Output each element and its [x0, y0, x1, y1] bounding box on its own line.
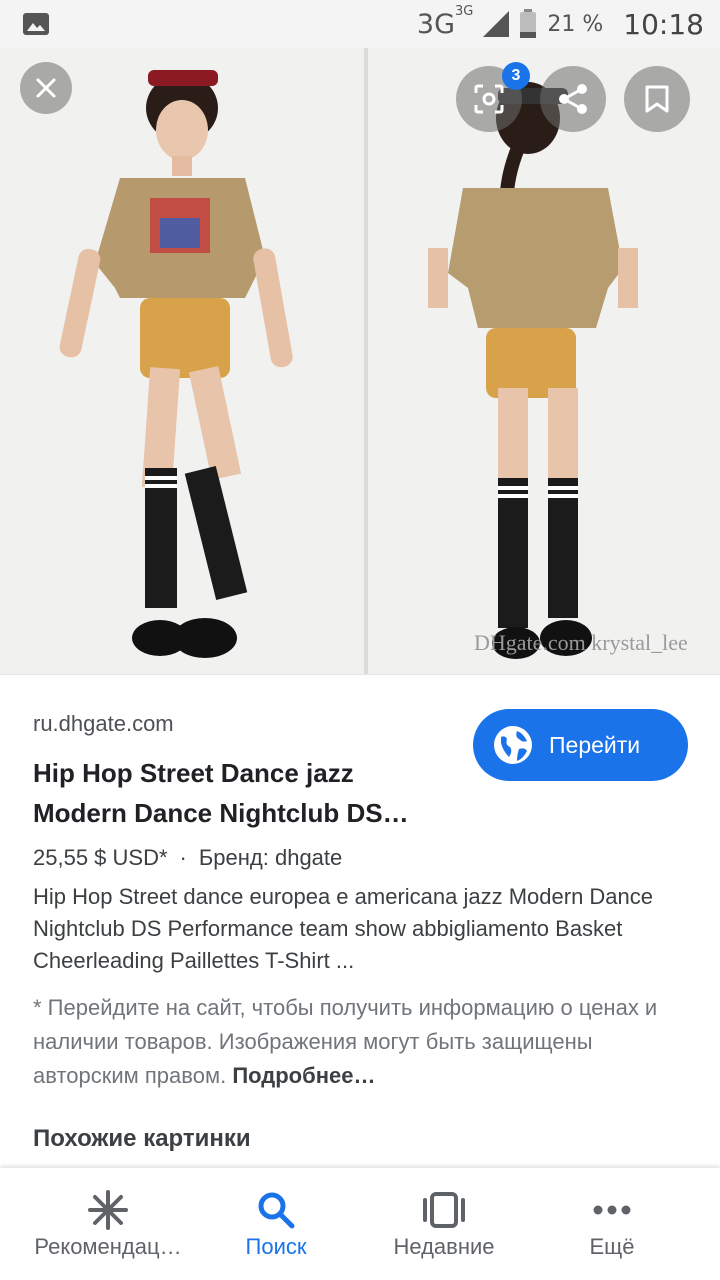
share-icon: [559, 84, 587, 114]
close-icon: [36, 78, 56, 98]
brand: Бренд: dhgate: [198, 845, 343, 870]
nav-more[interactable]: Ещё: [522, 1168, 702, 1280]
copyright-note: * Перейдите на сайт, чтобы получить инфо…: [33, 991, 683, 1093]
product-image-front[interactable]: [0, 48, 364, 674]
image-viewer[interactable]: DHgate.com krystal_lee 3: [0, 48, 720, 674]
close-button[interactable]: [20, 62, 72, 114]
price: 25,55 $ USD*: [33, 845, 168, 870]
nav-more-label: Ещё: [589, 1234, 635, 1259]
globe-icon: [494, 726, 532, 764]
battery-percent: 21 %: [547, 11, 604, 37]
battery-icon: [520, 9, 537, 38]
price-row: 25,55 $ USD* · Бренд: dhgate: [33, 845, 342, 871]
gallery-notification-icon: [23, 13, 49, 35]
more-icon: [593, 1205, 631, 1215]
signal-icon: [483, 11, 510, 37]
more-link[interactable]: Подробнее…: [232, 1063, 375, 1088]
share-button[interactable]: [540, 66, 606, 132]
bookmark-icon: [645, 85, 669, 113]
result-title[interactable]: Hip Hop Street Dance jazz Modern Dance N…: [33, 753, 453, 833]
save-button[interactable]: [624, 66, 690, 132]
clock: 10:18: [623, 7, 704, 41]
similar-images-heading: Похожие картинки: [33, 1125, 251, 1152]
result-description: Hip Hop Street dance europea e americana…: [33, 884, 654, 973]
lens-icon: [474, 84, 504, 114]
nav-recent[interactable]: Недавние: [354, 1168, 534, 1280]
network-indicator: 3G3G: [416, 3, 474, 40]
bottom-navigation: Рекомендац… Поиск Недавние Ещё: [0, 1168, 720, 1280]
recent-icon: [423, 1192, 465, 1228]
result-details: ru.dhgate.com Hip Hop Street Dance jazz …: [0, 674, 720, 1169]
visit-button[interactable]: Перейти: [473, 709, 688, 781]
source-domain[interactable]: ru.dhgate.com: [33, 711, 174, 737]
nav-discover[interactable]: Рекомендац…: [18, 1168, 198, 1280]
search-icon: [258, 1192, 295, 1229]
asterisk-icon: [88, 1190, 128, 1230]
nav-search-label: Поиск: [245, 1234, 307, 1259]
nav-discover-label: Рекомендац…: [34, 1234, 182, 1259]
visit-button-label: Перейти: [549, 731, 641, 758]
image-watermark: DHgate.com krystal_lee: [474, 630, 688, 655]
nav-search[interactable]: Поиск: [186, 1168, 366, 1280]
status-bar: 3G3G 21 % 10:18: [0, 0, 720, 48]
product-image-back[interactable]: [368, 48, 720, 674]
separator: ·: [179, 845, 187, 870]
nav-recent-label: Недавние: [393, 1234, 495, 1259]
lens-count-badge: 3: [502, 62, 530, 90]
